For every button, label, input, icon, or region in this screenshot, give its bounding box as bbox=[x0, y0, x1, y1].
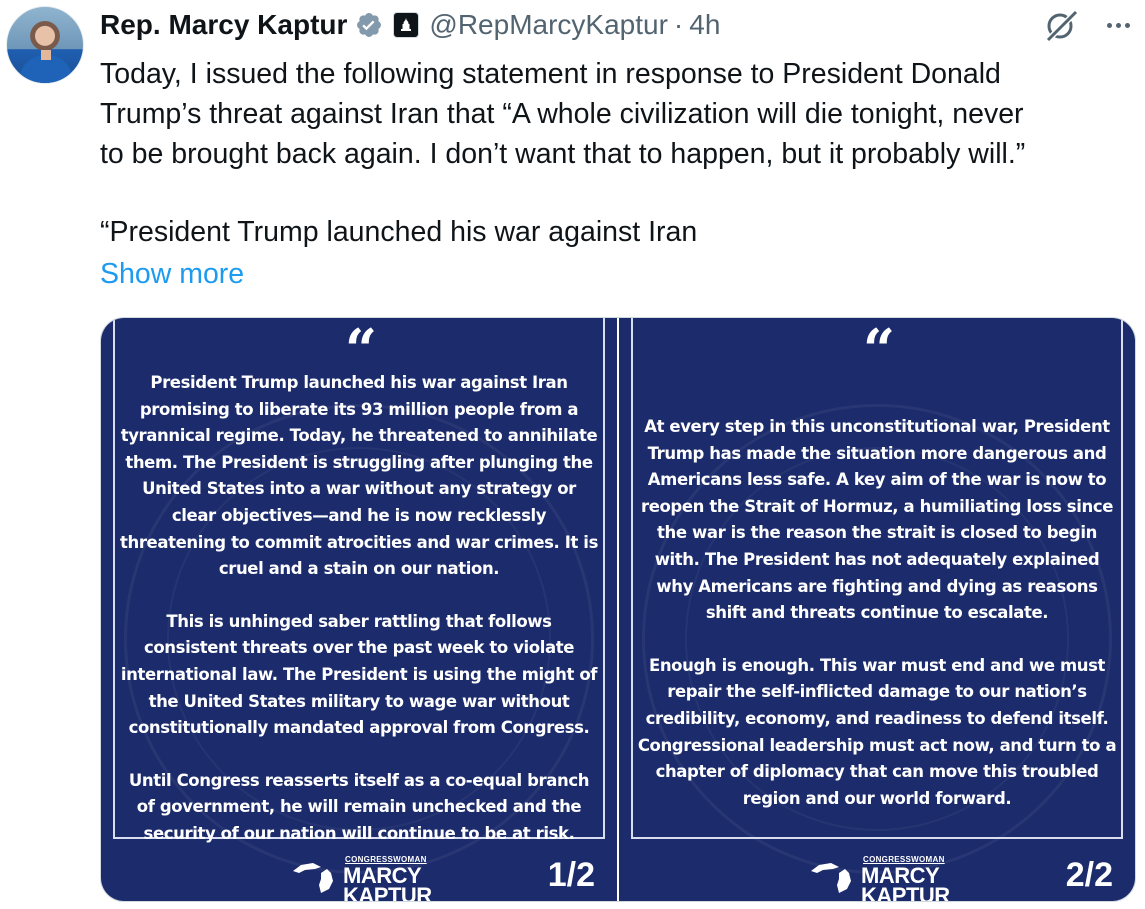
statement-text: At every step in this unconstitutional w… bbox=[637, 414, 1117, 812]
statement-paragraph: Enough is enough. This war must end and … bbox=[637, 655, 1117, 808]
logo-name-last: KAPTUR bbox=[861, 883, 950, 902]
page-indicator: 1/2 bbox=[547, 856, 595, 894]
statement-image-1[interactable]: “ President Trump launched his war again… bbox=[101, 318, 617, 901]
tweet-line: Trump’s threat against Iran that “A whol… bbox=[100, 98, 1024, 130]
tweet-text: Today, I issued the following statement … bbox=[100, 54, 1130, 252]
page-indicator: 2/2 bbox=[1065, 856, 1113, 894]
more-options-icon[interactable] bbox=[1098, 10, 1138, 40]
kaptur-logo: CONGRESSWOMAN MARCY KAPTUR bbox=[809, 855, 950, 901]
statement-image-2[interactable]: “ At every step in this unconstitutional… bbox=[619, 318, 1135, 901]
michigan-map-icon bbox=[293, 863, 333, 893]
kaptur-logo: CONGRESSWOMAN MARCY KAPTUR bbox=[291, 855, 432, 901]
michigan-map-icon bbox=[811, 863, 851, 893]
statement-text: President Trump launched his war against… bbox=[119, 370, 599, 848]
author-handle[interactable]: @RepMarcyKaptur bbox=[429, 9, 668, 41]
tweet-line: Today, I issued the following statement … bbox=[100, 58, 1001, 90]
separator-dot: · bbox=[673, 9, 684, 40]
tweet-line: to be brought back again. I don’t want t… bbox=[100, 138, 1026, 170]
media-grid: “ President Trump launched his war again… bbox=[100, 317, 1136, 902]
avatar-neck bbox=[41, 50, 51, 60]
logo-name-last: KAPTUR bbox=[343, 883, 432, 902]
statement-paragraph: Until Congress reasserts itself as a co-… bbox=[128, 770, 590, 843]
grok-icon[interactable] bbox=[1042, 8, 1082, 44]
quote-mark-icon: “ bbox=[862, 318, 895, 383]
statement-paragraph: At every step in this unconstitutional w… bbox=[640, 417, 1114, 623]
verified-badge-icon[interactable] bbox=[355, 11, 383, 39]
tweet-line: “President Trump launched his war agains… bbox=[100, 216, 698, 248]
statement-paragraph: This is unhinged saber rattling that fol… bbox=[120, 611, 598, 738]
show-more-link[interactable]: Show more bbox=[100, 254, 244, 294]
statement-paragraph: President Trump launched his war against… bbox=[119, 373, 598, 579]
capitol-badge-icon[interactable] bbox=[393, 12, 420, 38]
timestamp[interactable]: 4h bbox=[689, 9, 720, 41]
author-name[interactable]: Rep. Marcy Kaptur bbox=[100, 9, 347, 41]
tweet-header: Rep. Marcy Kaptur @RepMarcyKaptur · 4h bbox=[100, 6, 720, 44]
avatar[interactable] bbox=[6, 6, 84, 84]
